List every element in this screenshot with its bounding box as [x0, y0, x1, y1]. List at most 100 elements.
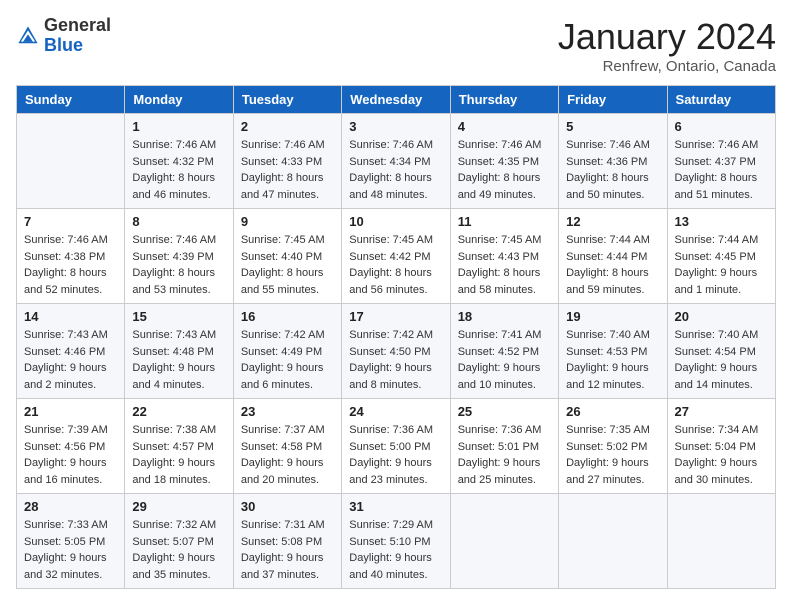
day-cell: 23 Sunrise: 7:37 AMSunset: 4:58 PMDayligh…: [233, 399, 341, 494]
day-cell: 26Sunrise: 7:35 AMSunset: 5:02 PMDayligh…: [559, 399, 667, 494]
day-cell: 18 Sunrise: 7:41 AMSunset: 4:52 PMDayligh…: [450, 304, 558, 399]
day-cell: 29 Sunrise: 7:32 AMSunset: 5:07 PMDayligh…: [125, 494, 233, 589]
day-cell: 6Sunrise: 7:46 AMSunset: 4:37 PMDaylight…: [667, 114, 775, 209]
day-number: 28: [24, 499, 117, 514]
logo-blue-text: Blue: [44, 35, 83, 55]
day-cell: 20 Sunrise: 7:40 AMSunset: 4:54 PMDayligh…: [667, 304, 775, 399]
title-block: January 2024 Renfrew, Ontario, Canada: [558, 16, 776, 75]
day-number: 12: [566, 214, 659, 229]
day-info: Sunrise: 7:38 AMSunset: 4:57 PMDaylight:…: [132, 422, 225, 488]
month-title: January 2024: [558, 16, 776, 58]
header-saturday: Saturday: [667, 86, 775, 114]
day-info: Sunrise: 7:37 AMSunset: 4:58 PMDaylight:…: [241, 422, 334, 488]
day-info: Sunrise: 7:42 AMSunset: 4:49 PMDaylight:…: [241, 327, 334, 393]
day-info: Sunrise: 7:40 AMSunset: 4:54 PMDaylight:…: [675, 327, 768, 393]
day-cell: 9 Sunrise: 7:45 AMSunset: 4:40 PMDaylight…: [233, 209, 341, 304]
day-info: Sunrise: 7:46 AMSunset: 4:36 PMDaylight:…: [566, 137, 659, 203]
day-info: Sunrise: 7:46 AMSunset: 4:38 PMDaylight:…: [24, 232, 117, 298]
day-number: 21: [24, 404, 117, 419]
day-number: 3: [349, 119, 442, 134]
day-number: 18: [458, 309, 551, 324]
header-tuesday: Tuesday: [233, 86, 341, 114]
logo-icon: [16, 24, 40, 48]
day-number: 11: [458, 214, 551, 229]
day-info: Sunrise: 7:40 AMSunset: 4:53 PMDaylight:…: [566, 327, 659, 393]
day-cell: 19 Sunrise: 7:40 AMSunset: 4:53 PMDayligh…: [559, 304, 667, 399]
day-cell: [450, 494, 558, 589]
day-number: 4: [458, 119, 551, 134]
day-cell: 21 Sunrise: 7:39 AMSunset: 4:56 PMDayligh…: [17, 399, 125, 494]
day-info: Sunrise: 7:35 AMSunset: 5:02 PMDaylight:…: [566, 422, 659, 488]
day-cell: 7 Sunrise: 7:46 AMSunset: 4:38 PMDaylight…: [17, 209, 125, 304]
day-number: 30: [241, 499, 334, 514]
day-info: Sunrise: 7:46 AMSunset: 4:35 PMDaylight:…: [458, 137, 551, 203]
day-number: 22: [132, 404, 225, 419]
day-info: Sunrise: 7:43 AMSunset: 4:48 PMDaylight:…: [132, 327, 225, 393]
day-number: 9: [241, 214, 334, 229]
week-row-5: 28 Sunrise: 7:33 AMSunset: 5:05 PMDayligh…: [17, 494, 776, 589]
day-number: 2: [241, 119, 334, 134]
day-cell: 30 Sunrise: 7:31 AMSunset: 5:08 PMDayligh…: [233, 494, 341, 589]
day-info: Sunrise: 7:39 AMSunset: 4:56 PMDaylight:…: [24, 422, 117, 488]
logo-general-text: General: [44, 15, 111, 35]
day-info: Sunrise: 7:31 AMSunset: 5:08 PMDaylight:…: [241, 517, 334, 583]
day-cell: 10 Sunrise: 7:45 AMSunset: 4:42 PMDayligh…: [342, 209, 450, 304]
day-info: Sunrise: 7:45 AMSunset: 4:40 PMDaylight:…: [241, 232, 334, 298]
day-number: 23: [241, 404, 334, 419]
day-number: 27: [675, 404, 768, 419]
day-cell: 4 Sunrise: 7:46 AMSunset: 4:35 PMDaylight…: [450, 114, 558, 209]
day-number: 13: [675, 214, 768, 229]
day-cell: 17 Sunrise: 7:42 AMSunset: 4:50 PMDayligh…: [342, 304, 450, 399]
day-info: Sunrise: 7:29 AMSunset: 5:10 PMDaylight:…: [349, 517, 442, 583]
day-info: Sunrise: 7:46 AMSunset: 4:34 PMDaylight:…: [349, 137, 442, 203]
day-info: Sunrise: 7:44 AMSunset: 4:44 PMDaylight:…: [566, 232, 659, 298]
day-number: 19: [566, 309, 659, 324]
day-cell: 13Sunrise: 7:44 AMSunset: 4:45 PMDayligh…: [667, 209, 775, 304]
day-cell: 15 Sunrise: 7:43 AMSunset: 4:48 PMDayligh…: [125, 304, 233, 399]
day-info: Sunrise: 7:46 AMSunset: 4:33 PMDaylight:…: [241, 137, 334, 203]
week-row-2: 7 Sunrise: 7:46 AMSunset: 4:38 PMDaylight…: [17, 209, 776, 304]
day-cell: 25Sunrise: 7:36 AMSunset: 5:01 PMDayligh…: [450, 399, 558, 494]
header-sunday: Sunday: [17, 86, 125, 114]
day-info: Sunrise: 7:42 AMSunset: 4:50 PMDaylight:…: [349, 327, 442, 393]
day-info: Sunrise: 7:45 AMSunset: 4:43 PMDaylight:…: [458, 232, 551, 298]
header-monday: Monday: [125, 86, 233, 114]
day-number: 6: [675, 119, 768, 134]
day-info: Sunrise: 7:43 AMSunset: 4:46 PMDaylight:…: [24, 327, 117, 393]
day-number: 14: [24, 309, 117, 324]
day-info: Sunrise: 7:45 AMSunset: 4:42 PMDaylight:…: [349, 232, 442, 298]
day-info: Sunrise: 7:41 AMSunset: 4:52 PMDaylight:…: [458, 327, 551, 393]
week-row-1: 1 Sunrise: 7:46 AMSunset: 4:32 PMDaylight…: [17, 114, 776, 209]
day-number: 17: [349, 309, 442, 324]
day-cell: 16 Sunrise: 7:42 AMSunset: 4:49 PMDayligh…: [233, 304, 341, 399]
day-number: 7: [24, 214, 117, 229]
day-cell: 22 Sunrise: 7:38 AMSunset: 4:57 PMDayligh…: [125, 399, 233, 494]
day-number: 20: [675, 309, 768, 324]
day-number: 10: [349, 214, 442, 229]
logo: General Blue: [16, 16, 111, 56]
week-row-4: 21 Sunrise: 7:39 AMSunset: 4:56 PMDayligh…: [17, 399, 776, 494]
location: Renfrew, Ontario, Canada: [558, 58, 776, 75]
day-number: 31: [349, 499, 442, 514]
day-info: Sunrise: 7:34 AMSunset: 5:04 PMDaylight:…: [675, 422, 768, 488]
day-number: 8: [132, 214, 225, 229]
day-number: 5: [566, 119, 659, 134]
day-cell: 14 Sunrise: 7:43 AMSunset: 4:46 PMDayligh…: [17, 304, 125, 399]
day-number: 16: [241, 309, 334, 324]
day-number: 15: [132, 309, 225, 324]
day-number: 24: [349, 404, 442, 419]
day-cell: [17, 114, 125, 209]
calendar-table: SundayMondayTuesdayWednesdayThursdayFrid…: [16, 85, 776, 589]
day-cell: 1 Sunrise: 7:46 AMSunset: 4:32 PMDaylight…: [125, 114, 233, 209]
day-cell: 24Sunrise: 7:36 AMSunset: 5:00 PMDayligh…: [342, 399, 450, 494]
day-cell: 3 Sunrise: 7:46 AMSunset: 4:34 PMDaylight…: [342, 114, 450, 209]
day-number: 29: [132, 499, 225, 514]
day-number: 1: [132, 119, 225, 134]
day-cell: 12 Sunrise: 7:44 AMSunset: 4:44 PMDayligh…: [559, 209, 667, 304]
day-info: Sunrise: 7:46 AMSunset: 4:32 PMDaylight:…: [132, 137, 225, 203]
day-info: Sunrise: 7:32 AMSunset: 5:07 PMDaylight:…: [132, 517, 225, 583]
day-cell: [559, 494, 667, 589]
day-info: Sunrise: 7:33 AMSunset: 5:05 PMDaylight:…: [24, 517, 117, 583]
day-cell: 27 Sunrise: 7:34 AMSunset: 5:04 PMDayligh…: [667, 399, 775, 494]
header-thursday: Thursday: [450, 86, 558, 114]
